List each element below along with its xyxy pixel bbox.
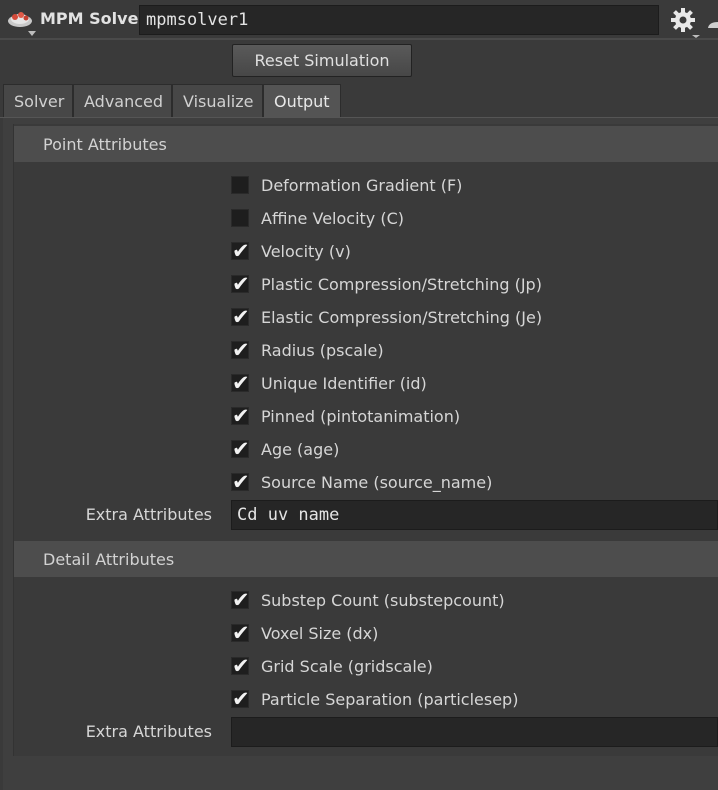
checkbox[interactable] bbox=[231, 271, 250, 297]
checkbox-label: Age (age) bbox=[261, 439, 340, 459]
checkbox[interactable] bbox=[231, 238, 250, 264]
section-title: Point Attributes bbox=[43, 134, 167, 154]
checkbox-row[interactable]: Grid Scale (gridscale) bbox=[231, 653, 433, 679]
checkbox-label: Particle Separation (particlesep) bbox=[261, 689, 519, 709]
section-point-attributes[interactable]: Point Attributes bbox=[14, 126, 718, 162]
checkbox-label: Pinned (pintotanimation) bbox=[261, 406, 461, 426]
checkbox-label: Affine Velocity (C) bbox=[261, 208, 404, 228]
checkbox-row[interactable]: Unique Identifier (id) bbox=[231, 370, 427, 396]
checkbox-label: Unique Identifier (id) bbox=[261, 373, 427, 393]
tab-bar: Solver Advanced Visualize Output bbox=[3, 84, 341, 118]
checkbox-row[interactable]: Deformation Gradient (F) bbox=[231, 172, 462, 198]
checkbox-row[interactable]: Particle Separation (particlesep) bbox=[231, 686, 518, 712]
checkbox-row[interactable]: Source Name (source_name) bbox=[231, 469, 492, 495]
tab-solver[interactable]: Solver bbox=[3, 84, 73, 118]
checkbox-row[interactable]: Substep Count (substepcount) bbox=[231, 587, 505, 613]
checkbox-label: Radius (pscale) bbox=[261, 340, 384, 360]
checkbox-row[interactable]: Velocity (v) bbox=[231, 238, 351, 264]
section-detail-attributes[interactable]: Detail Attributes bbox=[14, 541, 718, 577]
checkbox[interactable] bbox=[231, 403, 250, 429]
tab-advanced[interactable]: Advanced bbox=[73, 84, 172, 118]
checkbox[interactable] bbox=[231, 686, 250, 712]
header-divider bbox=[0, 38, 718, 40]
checkbox-label: Plastic Compression/Stretching (Jp) bbox=[261, 274, 542, 294]
checkbox[interactable] bbox=[231, 620, 250, 646]
checkbox-row[interactable]: Elastic Compression/Stretching (Je) bbox=[231, 304, 542, 330]
checkbox[interactable] bbox=[231, 304, 250, 330]
checkbox-label: Deformation Gradient (F) bbox=[261, 175, 463, 195]
checkbox-row[interactable]: Plastic Compression/Stretching (Jp) bbox=[231, 271, 542, 297]
checkbox-row[interactable]: Pinned (pintotanimation) bbox=[231, 403, 460, 429]
extra-attributes-label: Extra Attributes bbox=[85, 505, 212, 524]
checkbox-label: Source Name (source_name) bbox=[261, 472, 493, 492]
checkbox[interactable] bbox=[231, 337, 250, 363]
detail-extra-attributes-input[interactable] bbox=[231, 717, 718, 747]
checkbox-row[interactable]: Affine Velocity (C) bbox=[231, 205, 404, 231]
checkbox-label: Elastic Compression/Stretching (Je) bbox=[261, 307, 543, 327]
checkbox[interactable] bbox=[231, 469, 250, 495]
node-type-label: MPM Solver bbox=[40, 9, 147, 28]
checkbox[interactable] bbox=[231, 209, 249, 227]
checkbox-label: Velocity (v) bbox=[261, 241, 351, 261]
checkbox-row[interactable]: Voxel Size (dx) bbox=[231, 620, 378, 646]
extra-attributes-label: Extra Attributes bbox=[85, 722, 212, 741]
tab-visualize[interactable]: Visualize bbox=[172, 84, 263, 118]
checkbox[interactable] bbox=[231, 370, 250, 396]
gear-icon[interactable] bbox=[668, 6, 700, 38]
checkbox[interactable] bbox=[231, 436, 250, 462]
checkbox[interactable] bbox=[231, 653, 250, 679]
node-name-input[interactable] bbox=[139, 5, 659, 35]
overflow-icon[interactable] bbox=[705, 10, 718, 30]
checkbox-row[interactable]: Age (age) bbox=[231, 436, 339, 462]
section-title: Detail Attributes bbox=[43, 549, 175, 569]
checkbox[interactable] bbox=[231, 587, 250, 613]
checkbox-row[interactable]: Radius (pscale) bbox=[231, 337, 384, 363]
checkbox-label: Substep Count (substepcount) bbox=[261, 590, 505, 610]
reset-simulation-button[interactable]: Reset Simulation bbox=[232, 44, 412, 77]
checkbox-label: Voxel Size (dx) bbox=[261, 623, 379, 643]
point-extra-attributes-input[interactable] bbox=[231, 500, 718, 530]
tab-output[interactable]: Output bbox=[263, 84, 341, 118]
mpm-solver-node-icon[interactable] bbox=[6, 8, 36, 36]
checkbox[interactable] bbox=[231, 176, 249, 194]
checkbox-label: Grid Scale (gridscale) bbox=[261, 656, 433, 676]
